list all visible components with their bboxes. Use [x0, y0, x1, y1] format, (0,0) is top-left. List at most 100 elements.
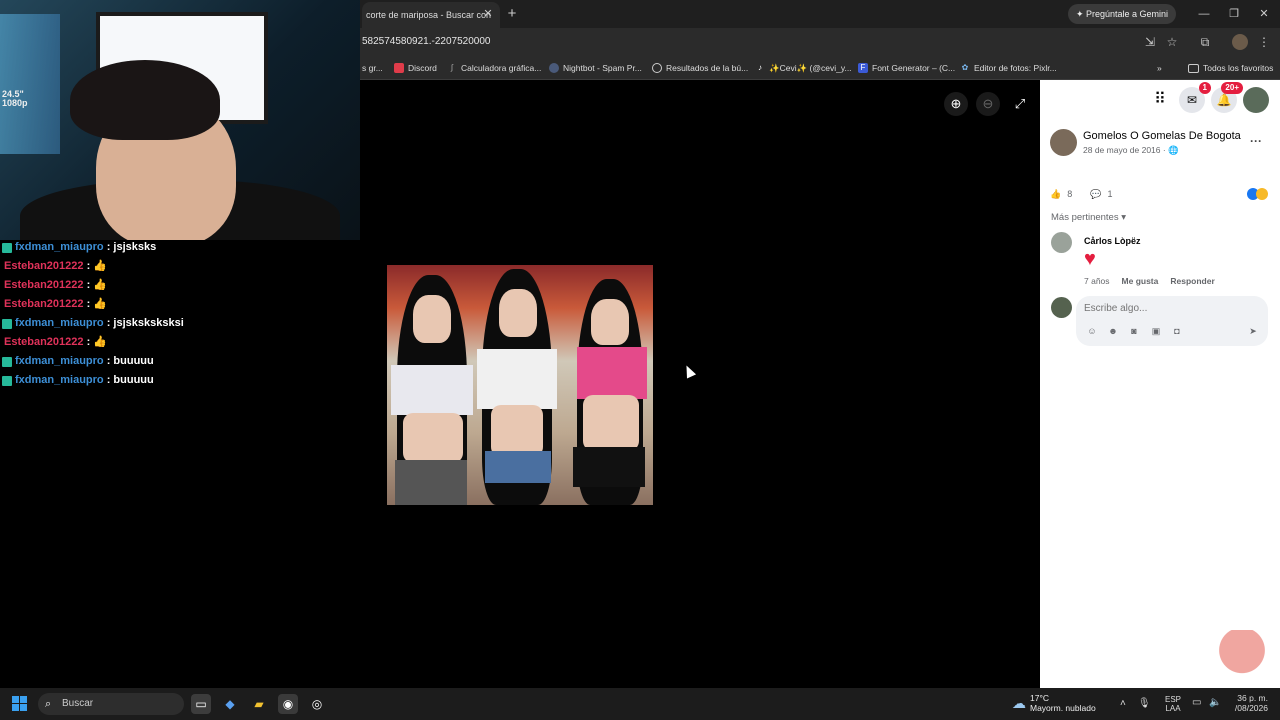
- comment-filter-dropdown[interactable]: Más pertinentes ▾: [1051, 211, 1126, 225]
- gemini-label: Pregúntale a Gemini: [1086, 9, 1169, 19]
- url-field[interactable]: 582574580921.-2207520000: [362, 34, 490, 50]
- bookmark-discord[interactable]: Discord: [394, 60, 437, 76]
- account-avatar[interactable]: [1243, 87, 1269, 113]
- bookmark-resultados[interactable]: Resultados de la bú...: [652, 60, 748, 76]
- network-icon[interactable]: ▭: [1192, 697, 1201, 708]
- bookmark-tiktok[interactable]: ♪ ✨Cevi✨ (@cevi_y...: [755, 60, 852, 76]
- close-window-icon[interactable]: ✕: [1252, 4, 1276, 24]
- obs-icon[interactable]: ◎: [307, 694, 327, 714]
- stream-chat: fxdman_miaupro : jsjsksks Esteban201222 …: [0, 238, 360, 390]
- my-avatar: [1051, 297, 1072, 318]
- language-indicator[interactable]: ESP LAA: [1165, 695, 1181, 713]
- app-icon[interactable]: ◆: [220, 694, 240, 714]
- chrome-icon[interactable]: ◉: [278, 694, 298, 714]
- page-name-link[interactable]: Gomelos O Gomelas De Bogota: [1083, 129, 1241, 143]
- commenter-avatar[interactable]: [1051, 232, 1072, 253]
- extensions-icon[interactable]: ⧉: [1197, 34, 1213, 50]
- chat-badge-icon: [2, 356, 12, 367]
- clock[interactable]: 36 p. m./08/2026: [1228, 693, 1268, 713]
- windows-start-icon[interactable]: [12, 696, 28, 712]
- chat-message: Esteban201222 : 👍: [0, 295, 360, 314]
- restore-icon[interactable]: ❐: [1222, 4, 1246, 24]
- like-icon[interactable]: 👍: [1050, 186, 1061, 202]
- comment-icon[interactable]: 💬: [1090, 186, 1101, 202]
- comment-like-button[interactable]: Me gusta: [1122, 275, 1159, 287]
- file-explorer-icon[interactable]: ▰: [249, 694, 269, 714]
- chat-text: :: [86, 279, 91, 291]
- discord-icon: [394, 63, 404, 73]
- pixlr-icon: ✿: [961, 63, 969, 72]
- reaction-summary[interactable]: [1247, 187, 1268, 205]
- post-photo[interactable]: [387, 265, 653, 505]
- post-date[interactable]: 28 de mayo de 2016 · 🌐: [1083, 144, 1179, 156]
- send-icon[interactable]: ➤: [1247, 325, 1259, 337]
- bookmark-calculadora[interactable]: ∫ Calculadora gráfica...: [447, 60, 541, 76]
- more-bookmarks-icon[interactable]: »: [1157, 60, 1162, 76]
- chat-text: :: [86, 298, 91, 310]
- comment-age[interactable]: 7 años: [1084, 275, 1110, 287]
- ask-gemini-button[interactable]: ✦ Pregúntale a Gemini: [1068, 4, 1176, 24]
- messenger-badge: 1: [1198, 82, 1211, 94]
- comment-input[interactable]: [1084, 300, 1254, 316]
- task-view-icon[interactable]: ▭: [191, 694, 211, 714]
- all-favorites-button[interactable]: Todos los favoritos: [1188, 60, 1273, 76]
- heart-icon: ♥: [1084, 248, 1096, 270]
- chat-username: fxdman_miaupro: [15, 374, 104, 386]
- chat-username: fxdman_miaupro: [15, 355, 104, 367]
- volume-icon[interactable]: 🔈: [1209, 697, 1221, 708]
- comment-filter-label: Más pertinentes: [1051, 212, 1119, 223]
- led-strip: [0, 14, 60, 154]
- folder-icon: [1188, 63, 1199, 73]
- page-avatar[interactable]: [1050, 129, 1077, 156]
- haha-reaction-icon: [1256, 188, 1268, 200]
- bookmark-pixlr[interactable]: ✿ Editor de fotos: Pixlr...: [960, 60, 1057, 76]
- commenter-name[interactable]: Cårlos Lòpëz: [1084, 235, 1141, 247]
- chevron-up-icon[interactable]: ˄: [1120, 696, 1126, 712]
- chat-username: fxdman_miaupro: [15, 317, 104, 329]
- bookmark-label: ✨Cevi✨ (@cevi_y...: [769, 63, 852, 73]
- messenger-icon[interactable]: ✉ 1: [1179, 82, 1211, 113]
- sticker-icon[interactable]: ◘: [1171, 325, 1183, 337]
- weather-desc: Mayorm. nublado: [1030, 703, 1096, 713]
- person-figure: [413, 295, 451, 343]
- camera-icon[interactable]: ◙: [1128, 325, 1140, 337]
- bell-icon[interactable]: 🔔 20+: [1211, 82, 1243, 113]
- zoom-out-icon[interactable]: ⊖: [976, 92, 1000, 116]
- like-count: 8: [1067, 189, 1073, 199]
- streamer-hair: [70, 60, 220, 140]
- comment-meta: 7 años Me gusta Responder: [1084, 275, 1215, 287]
- chat-text: : buuuuu: [106, 374, 154, 386]
- gif-icon[interactable]: ▣: [1150, 325, 1162, 337]
- profile-avatar-icon[interactable]: [1232, 34, 1248, 50]
- all-favorites-label: Todos los favoritos: [1203, 63, 1274, 73]
- minimize-icon[interactable]: —: [1192, 4, 1216, 24]
- fullscreen-icon[interactable]: ⤢: [1008, 92, 1032, 116]
- person-figure: [499, 289, 537, 337]
- install-app-icon[interactable]: ⇲: [1142, 34, 1158, 50]
- bookmark-item[interactable]: s gr...: [362, 60, 383, 76]
- zoom-in-icon[interactable]: ⊕: [944, 92, 968, 116]
- close-tab-icon[interactable]: ✕: [480, 2, 496, 26]
- chat-message: fxdman_miaupro : buuuuu: [0, 352, 360, 371]
- menu-kebab-icon[interactable]: ⋮: [1256, 34, 1272, 50]
- tiktok-icon: ♪: [758, 63, 762, 72]
- reactions-row: 👍 8 💬 1: [1050, 186, 1112, 202]
- new-tab-button[interactable]: +: [503, 4, 521, 24]
- bookmark-nightbot[interactable]: Nightbot - Spam Pr...: [549, 60, 642, 76]
- cloud-icon: ☁: [1012, 695, 1026, 711]
- chat-text: : jsjsksksksksi: [106, 317, 184, 329]
- chat-badge-icon: [2, 242, 12, 253]
- emoji-icon[interactable]: ☻: [1107, 325, 1119, 337]
- avatar-sticker-icon[interactable]: ☺: [1086, 325, 1098, 337]
- graph-icon: ∫: [450, 63, 454, 72]
- weather-widget[interactable]: ☁ 17°C Mayorm. nublado: [1012, 693, 1096, 713]
- bookmark-label: Discord: [408, 63, 437, 73]
- bookmark-font-generator[interactable]: F Font Generator – (C...: [858, 60, 955, 76]
- more-options-icon[interactable]: ···: [1250, 134, 1262, 148]
- bookmark-label: Calculadora gráfica...: [461, 63, 542, 73]
- apps-grid-icon[interactable]: ⠿: [1147, 87, 1173, 113]
- taskbar-search[interactable]: Buscar: [38, 693, 184, 715]
- microphone-icon[interactable]: 🎙: [1138, 696, 1151, 712]
- star-bookmark-icon[interactable]: ☆: [1164, 34, 1180, 50]
- comment-reply-button[interactable]: Responder: [1170, 275, 1214, 287]
